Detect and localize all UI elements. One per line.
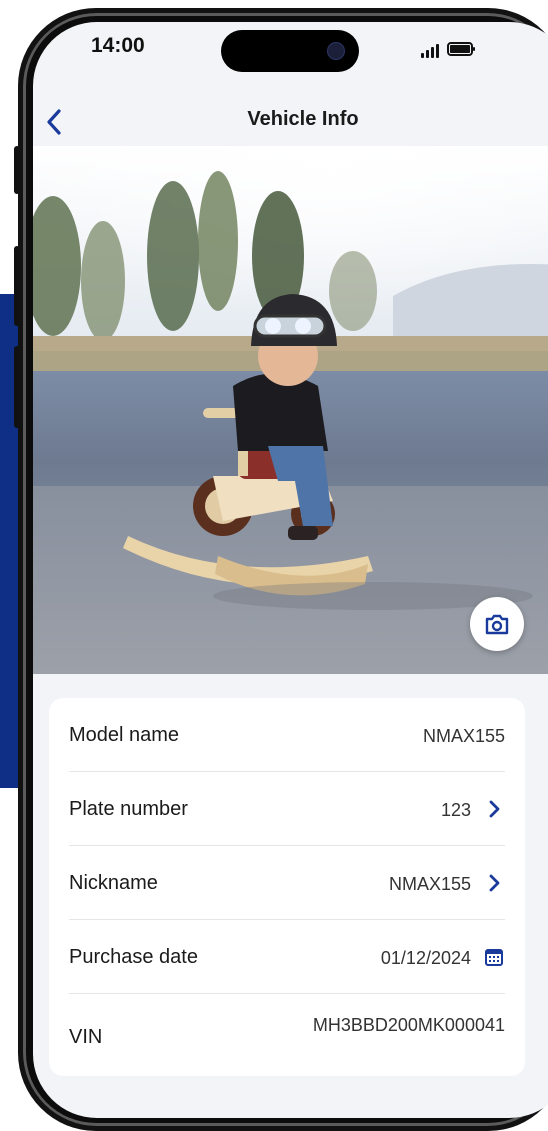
dynamic-island — [221, 30, 359, 72]
row-label: VIN — [69, 1026, 103, 1048]
chevron-right-icon[interactable] — [483, 798, 505, 820]
row-value: NMAX155 — [422, 726, 505, 746]
row-value: 01/12/2024 — [380, 948, 471, 968]
row-label: Model name — [69, 724, 180, 746]
battery-icon — [447, 42, 475, 56]
status-bar: 14:00 — [33, 22, 548, 82]
vehicle-info-card: Model name NMAX155 Plate number 123 Nick… — [49, 698, 525, 1076]
row-vin: VIN MH3BBD200MK000041 — [69, 994, 505, 1076]
camera-icon — [485, 614, 509, 635]
page-title: Vehicle Info — [247, 108, 359, 130]
nav-header: Vehicle Info — [33, 100, 548, 144]
phone-screen: 14:00 Vehicle Info Model name NMAX155 Pl… — [33, 22, 548, 1118]
status-time: 14:00 — [91, 34, 145, 57]
calendar-icon[interactable] — [483, 946, 505, 968]
row-nickname[interactable]: Nickname NMAX155 — [69, 846, 505, 920]
row-model-name: Model name NMAX155 — [69, 698, 505, 772]
row-value: 123 — [440, 800, 471, 820]
row-label: Nickname — [69, 872, 158, 894]
change-photo-button[interactable] — [470, 597, 524, 651]
row-value: MH3BBD200MK000041 — [312, 1015, 505, 1035]
row-value: NMAX155 — [388, 874, 471, 894]
chevron-right-icon[interactable] — [483, 872, 505, 894]
row-label: Purchase date — [69, 946, 198, 968]
front-camera — [327, 42, 345, 60]
vehicle-photo — [33, 146, 548, 674]
signal-icon — [421, 44, 443, 58]
row-purchase-date[interactable]: Purchase date 01/12/2024 — [69, 920, 505, 994]
child-on-rocking-motorbike-photo — [33, 146, 548, 674]
home-area — [33, 1092, 548, 1118]
row-plate-number[interactable]: Plate number 123 — [69, 772, 505, 846]
row-label: Plate number — [69, 798, 188, 820]
